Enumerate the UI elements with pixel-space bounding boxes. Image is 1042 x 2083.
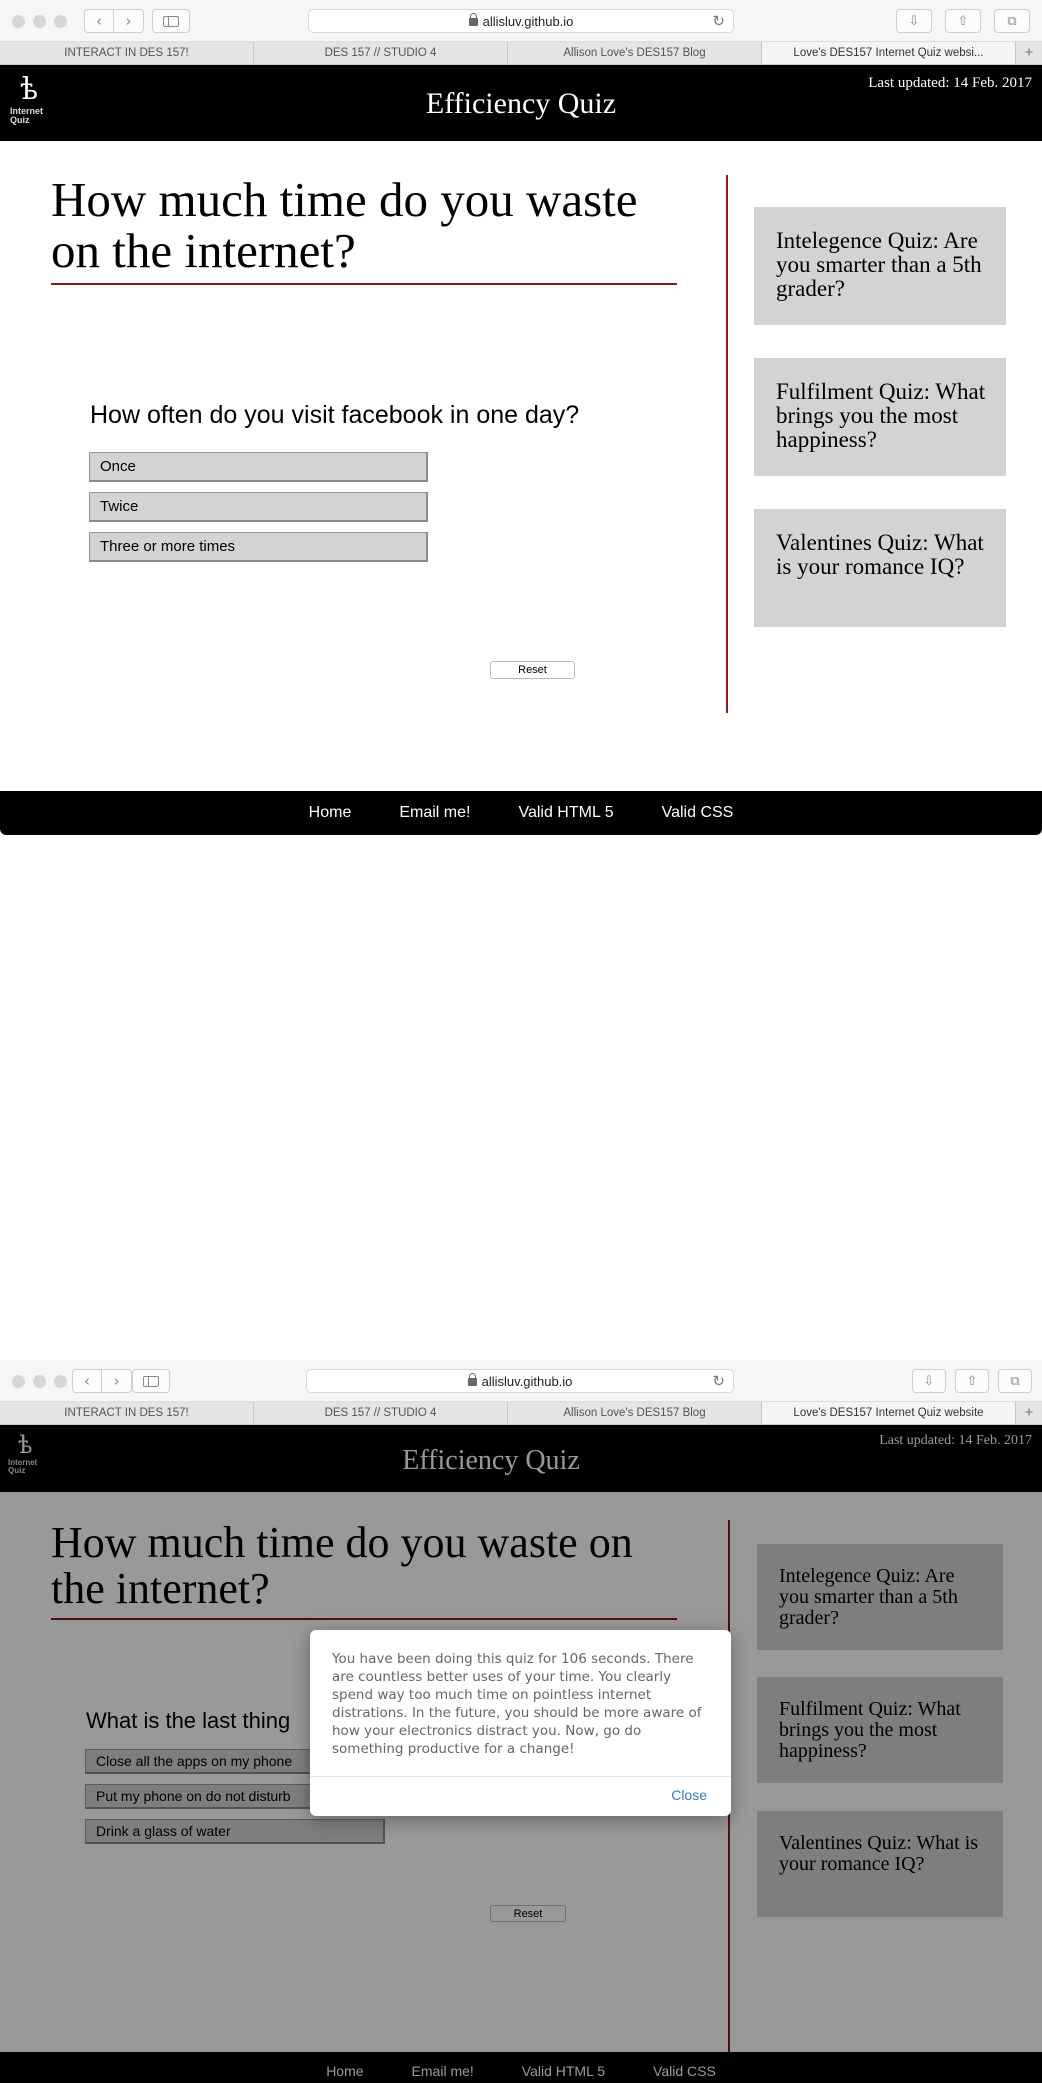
browser-toolbar: ‹ › allisluv.github.io ↻ ⇩ ⇧ ⧉ [0, 0, 1042, 42]
sidebar-toggle-button[interactable] [152, 9, 190, 33]
new-tab-button[interactable]: + [1016, 1402, 1042, 1424]
tab-interact[interactable]: INTERACT IN DES 157! [0, 1402, 254, 1424]
site-header: ѣ Internet Quiz Efficiency Quiz Last upda… [0, 65, 1042, 141]
last-updated: Last updated: 14 Feb. 2017 [868, 75, 1032, 91]
answer-button[interactable]: Three or more times [89, 532, 428, 562]
answer-button[interactable]: Once [89, 452, 428, 482]
footer-link-valid-html[interactable]: Valid HTML 5 [518, 804, 613, 822]
footer-link-email[interactable]: Email me! [399, 804, 470, 822]
reload-icon[interactable]: ↻ [712, 1372, 725, 1390]
show-tabs-button[interactable]: ⧉ [994, 9, 1030, 33]
result-modal: You have been doing this quiz for 106 se… [310, 1630, 731, 1816]
address-bar[interactable]: allisluv.github.io ↻ [308, 9, 734, 33]
window-controls [12, 1375, 67, 1388]
window-controls [12, 15, 67, 28]
tab-quiz-website[interactable]: Love's DES157 Internet Quiz website [762, 1402, 1016, 1424]
new-tab-button[interactable]: + [1016, 42, 1042, 64]
footer-link-valid-css[interactable]: Valid CSS [662, 804, 734, 822]
back-button[interactable]: ‹ [72, 1369, 102, 1393]
site-title: Efficiency Quiz [425, 87, 617, 120]
downloads-button[interactable]: ⇩ [896, 9, 932, 33]
share-button[interactable]: ⇧ [955, 1369, 989, 1393]
page-title: How much time do you waste on the intern… [51, 174, 677, 285]
screenshot-initial: ‹ › allisluv.github.io ↻ ⇩ ⇧ ⧉ INTERACT … [0, 0, 1042, 835]
url-text: allisluv.github.io [482, 13, 574, 29]
close-window-icon[interactable] [12, 1375, 25, 1388]
site-footer: Home Email me! Valid HTML 5 Valid CSS [0, 791, 1042, 835]
show-tabs-button[interactable]: ⧉ [998, 1369, 1032, 1393]
quiz-card-intelegence[interactable]: Intelegence Quiz: Are you smarter than a… [754, 207, 1006, 325]
tab-quiz-website[interactable]: Love's DES157 Internet Quiz websi... [762, 42, 1016, 64]
tab-studio[interactable]: DES 157 // STUDIO 4 [254, 42, 508, 64]
answer-button[interactable]: Twice [89, 492, 428, 522]
tab-interact[interactable]: INTERACT IN DES 157! [0, 42, 254, 64]
modal-message: You have been doing this quiz for 106 se… [332, 1651, 702, 1757]
tab-blog[interactable]: Allison Love's DES157 Blog [508, 1402, 762, 1424]
lock-icon [467, 1373, 477, 1386]
minimize-window-icon[interactable] [33, 15, 46, 28]
sidebar-toggle-button[interactable] [132, 1369, 170, 1393]
zoom-window-icon[interactable] [54, 15, 67, 28]
back-button[interactable]: ‹ [84, 9, 114, 33]
lock-icon [468, 13, 478, 26]
modal-divider [310, 1776, 731, 1777]
browser-toolbar: ‹ › allisluv.github.io ↻ ⇩ ⇧ ⧉ [0, 1360, 1042, 1402]
url-text: allisluv.github.io [481, 1373, 573, 1389]
forward-button[interactable]: › [102, 1369, 132, 1393]
tab-bar: INTERACT IN DES 157! DES 157 // STUDIO 4… [0, 42, 1042, 65]
sidebar-icon [143, 1375, 159, 1387]
reload-icon[interactable]: ↻ [712, 12, 725, 30]
quiz-card-fulfilment[interactable]: Fulfilment Quiz: What brings you the mos… [754, 358, 1006, 476]
footer-link-home[interactable]: Home [309, 804, 352, 822]
modal-close-button[interactable]: Close [671, 1787, 707, 1803]
tab-blog[interactable]: Allison Love's DES157 Blog [508, 42, 762, 64]
question-text: How often do you visit facebook in one d… [90, 401, 580, 429]
tab-studio[interactable]: DES 157 // STUDIO 4 [254, 1402, 508, 1424]
reset-button[interactable]: Reset [490, 661, 575, 679]
close-window-icon[interactable] [12, 15, 25, 28]
downloads-button[interactable]: ⇩ [912, 1369, 946, 1393]
forward-button[interactable]: › [114, 9, 144, 33]
content-divider [726, 175, 728, 713]
share-button[interactable]: ⇧ [945, 9, 981, 33]
page-content: How much time do you waste on the intern… [0, 141, 1042, 791]
quiz-card-valentines[interactable]: Valentines Quiz: What is your romance IQ… [754, 509, 1006, 627]
tab-bar: INTERACT IN DES 157! DES 157 // STUDIO 4… [0, 1402, 1042, 1425]
zoom-window-icon[interactable] [54, 1375, 67, 1388]
sidebar-icon [163, 15, 179, 27]
address-bar[interactable]: allisluv.github.io ↻ [306, 1369, 734, 1393]
minimize-window-icon[interactable] [33, 1375, 46, 1388]
